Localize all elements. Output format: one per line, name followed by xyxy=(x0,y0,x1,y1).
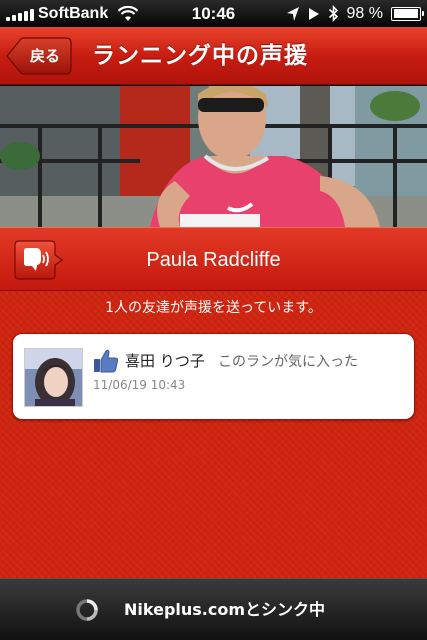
runner-name-bar: Paula Radcliffe xyxy=(0,227,427,291)
battery-percent: 98 % xyxy=(346,4,383,22)
cheer-summary: 1人の友達が声援を送っています。 xyxy=(105,300,322,316)
page-title: ランニング中の声援 xyxy=(92,43,308,69)
friend-name: 喜田 りつ子 xyxy=(125,352,205,370)
cheer-timestamp: 11/06/19 10:43 xyxy=(93,378,186,392)
back-button[interactable]: 戻る xyxy=(6,37,72,75)
battery-icon xyxy=(391,6,424,21)
bluetooth-icon xyxy=(328,5,338,22)
back-button-label: 戻る xyxy=(29,47,60,65)
cheer-card[interactable]: 喜田 りつ子 このランが気に入った 11/06/19 10:43 xyxy=(12,333,415,420)
play-icon xyxy=(308,7,319,20)
status-bar: SoftBank 10:46 98 % xyxy=(0,0,427,27)
sync-status-text: Nikeplus.comとシンク中 xyxy=(124,600,326,619)
runner-photo xyxy=(0,86,427,227)
sync-status-bar: Nikeplus.comとシンク中 xyxy=(0,578,427,640)
friend-avatar xyxy=(24,348,83,407)
location-icon xyxy=(286,6,299,21)
runner-name: Paula Radcliffe xyxy=(146,249,281,271)
battery-level xyxy=(393,9,418,18)
cheer-message: このランが気に入った xyxy=(218,354,358,370)
cheers-list-area[interactable]: 1人の友達が声援を送っています。 喜田 りつ子 このランが気に入った 11/06… xyxy=(0,291,427,578)
spinner-icon xyxy=(76,599,98,621)
nav-bar: 戻る ランニング中の声援 xyxy=(0,27,427,85)
thumbs-up-icon xyxy=(94,349,119,373)
